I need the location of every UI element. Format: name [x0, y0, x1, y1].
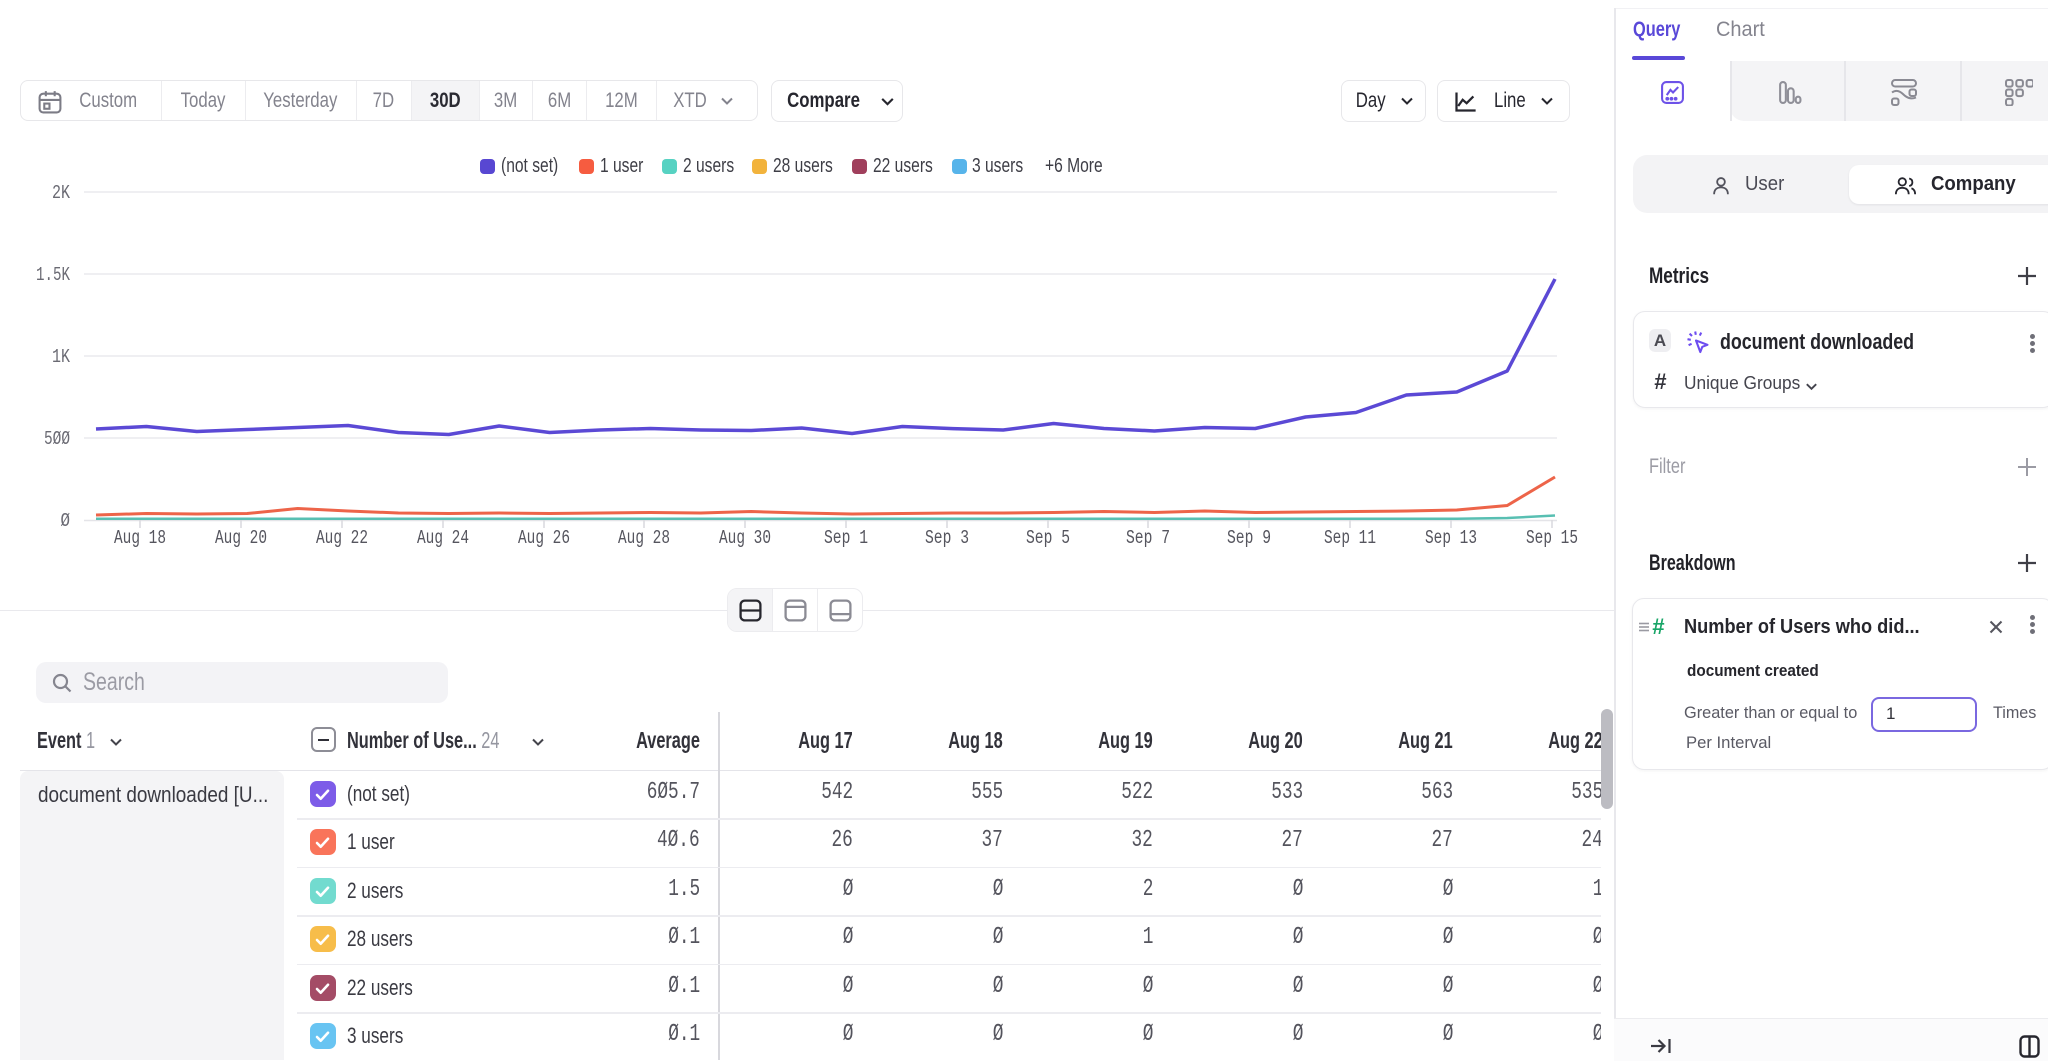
svg-text:Sep 7: Sep 7 [1126, 527, 1170, 549]
svg-text:Sep 5: Sep 5 [1026, 527, 1070, 549]
svg-text:Sep 3: Sep 3 [925, 527, 969, 549]
svg-text:Aug 22: Aug 22 [316, 527, 368, 549]
svg-text:Sep 11: Sep 11 [1324, 527, 1376, 549]
svg-text:1K: 1K [52, 346, 70, 368]
svg-text:Aug 18: Aug 18 [114, 527, 166, 549]
svg-text:2K: 2K [52, 182, 70, 204]
svg-text:Aug 20: Aug 20 [215, 527, 267, 549]
svg-text:Ø: Ø [61, 510, 71, 532]
svg-text:Aug 30: Aug 30 [719, 527, 771, 549]
svg-text:Sep 13: Sep 13 [1425, 527, 1477, 549]
svg-text:Sep 9: Sep 9 [1227, 527, 1271, 549]
svg-text:Aug 28: Aug 28 [618, 527, 670, 549]
svg-text:Aug 26: Aug 26 [518, 527, 570, 549]
svg-text:Aug 24: Aug 24 [417, 527, 469, 549]
svg-text:Sep 1: Sep 1 [824, 527, 868, 549]
svg-text:5ØØ: 5ØØ [44, 428, 70, 450]
svg-text:Sep 15: Sep 15 [1526, 527, 1578, 549]
svg-text:1.5K: 1.5K [36, 264, 70, 286]
